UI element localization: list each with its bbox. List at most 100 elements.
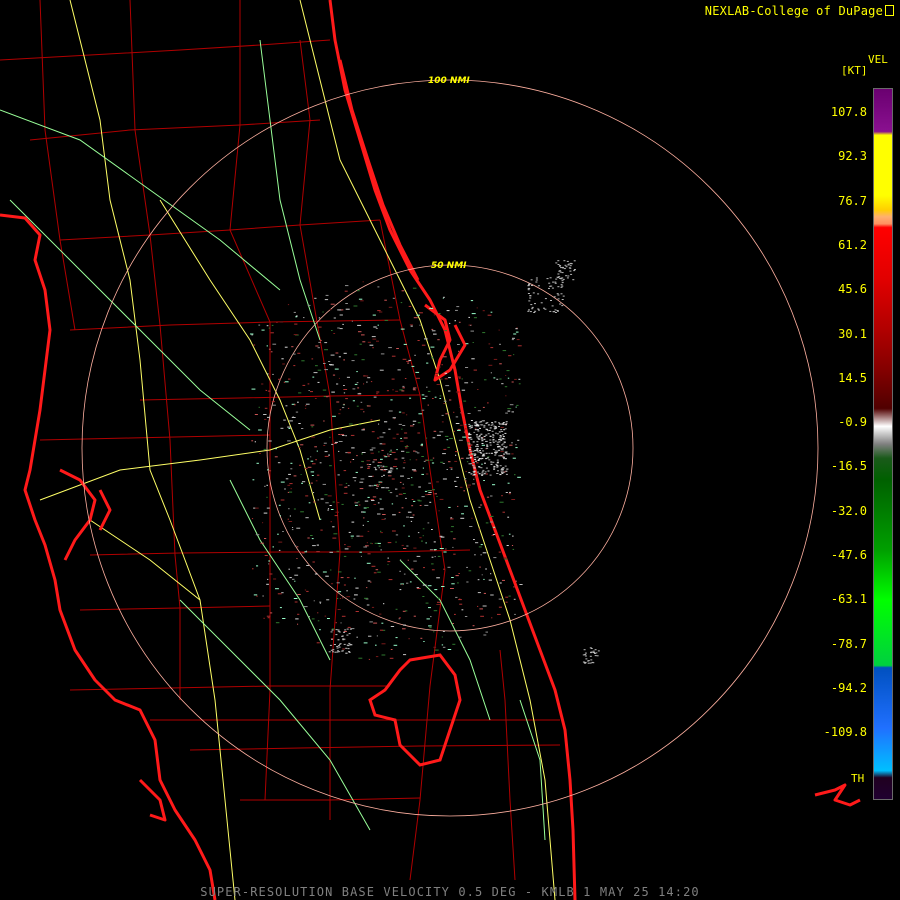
radar-return: [511, 499, 516, 500]
radar-return: [485, 434, 488, 436]
radar-return: [447, 649, 452, 650]
radar-return: [278, 549, 281, 551]
radar-return: [342, 407, 345, 409]
radar-return: [401, 450, 405, 452]
radar-return: [477, 410, 481, 412]
radar-return: [495, 463, 498, 465]
radar-return: [496, 473, 499, 474]
radar-return: [324, 349, 328, 351]
radar-return: [320, 339, 322, 341]
radar-return: [398, 411, 402, 413]
radar-return: [450, 468, 453, 470]
radar-return: [331, 391, 335, 393]
radar-return: [472, 342, 474, 343]
radar-return: [348, 633, 351, 635]
radar-return: [515, 331, 519, 333]
radar-return: [343, 584, 346, 586]
radar-return: [499, 447, 502, 449]
radar-return: [427, 353, 430, 355]
radar-return: [458, 321, 461, 323]
colorbar-tick-label: 30.1: [838, 326, 867, 341]
radar-return: [317, 499, 319, 501]
radar-return: [403, 493, 406, 494]
radar-return: [378, 467, 380, 469]
radar-return: [294, 574, 299, 576]
radar-return: [508, 533, 511, 535]
radar-return: [402, 628, 406, 630]
radar-return: [422, 398, 426, 400]
radar-return: [426, 459, 430, 461]
radar-return: [519, 584, 523, 585]
radar-return: [584, 661, 587, 663]
radar-return: [370, 381, 373, 383]
radar-return: [345, 303, 348, 304]
radar-return: [358, 657, 363, 659]
radar-return: [324, 615, 327, 617]
radar-return: [424, 490, 428, 492]
radar-return: [395, 637, 398, 639]
radar-return: [560, 286, 563, 288]
radar-return: [379, 482, 382, 484]
radar-return: [305, 495, 309, 497]
radar-return: [289, 491, 293, 493]
radar-return: [282, 531, 284, 532]
radar-return: [511, 545, 514, 546]
radar-return: [337, 309, 342, 311]
radar-return: [388, 428, 391, 430]
radar-return: [453, 538, 456, 540]
radar-return: [473, 539, 475, 540]
radar-return: [377, 461, 382, 463]
radar-return: [349, 644, 352, 645]
radar-return: [379, 498, 381, 500]
radar-return: [431, 556, 434, 558]
radar-return: [472, 441, 475, 443]
radar-return: [509, 404, 514, 406]
radar-return: [329, 644, 332, 646]
radar-return: [492, 440, 495, 442]
radar-return: [512, 548, 515, 550]
radar-return: [482, 450, 485, 452]
radar-return: [278, 378, 281, 380]
radar-return: [343, 389, 348, 390]
radar-return: [433, 549, 437, 551]
radar-return: [311, 475, 314, 476]
radar-return: [559, 277, 562, 279]
radar-return: [529, 297, 532, 299]
radar-return: [441, 414, 444, 416]
radar-return: [346, 596, 351, 598]
radar-return: [550, 300, 552, 301]
radar-return: [528, 287, 531, 289]
radar-return: [340, 622, 342, 624]
radar-return: [310, 482, 313, 484]
radar-return: [281, 358, 284, 360]
radar-return: [501, 448, 504, 449]
radar-return: [332, 537, 337, 539]
radar-return: [289, 515, 291, 517]
radar-return: [272, 373, 274, 375]
radar-return: [330, 509, 334, 510]
radar-return: [323, 396, 327, 397]
radar-return: [407, 511, 412, 513]
radar-return: [413, 387, 417, 389]
radar-return: [492, 461, 495, 463]
radar-return: [500, 470, 503, 472]
radar-return: [401, 507, 404, 509]
radar-return: [377, 542, 381, 544]
radar-return: [324, 369, 328, 371]
radar-return: [341, 615, 346, 617]
radar-return: [416, 314, 420, 316]
radar-return: [465, 428, 467, 430]
radar-return: [402, 483, 404, 485]
radar-return: [573, 270, 576, 272]
radar-return: [468, 570, 472, 572]
radar-return: [407, 362, 410, 364]
radar-return: [413, 450, 416, 452]
radar-return: [512, 535, 514, 537]
radar-return: [348, 531, 351, 533]
radar-return: [425, 602, 429, 604]
radar-return: [366, 604, 370, 606]
radar-return: [370, 452, 374, 454]
radar-return: [322, 311, 324, 313]
radar-return: [530, 279, 533, 281]
radar-return: [380, 532, 383, 534]
